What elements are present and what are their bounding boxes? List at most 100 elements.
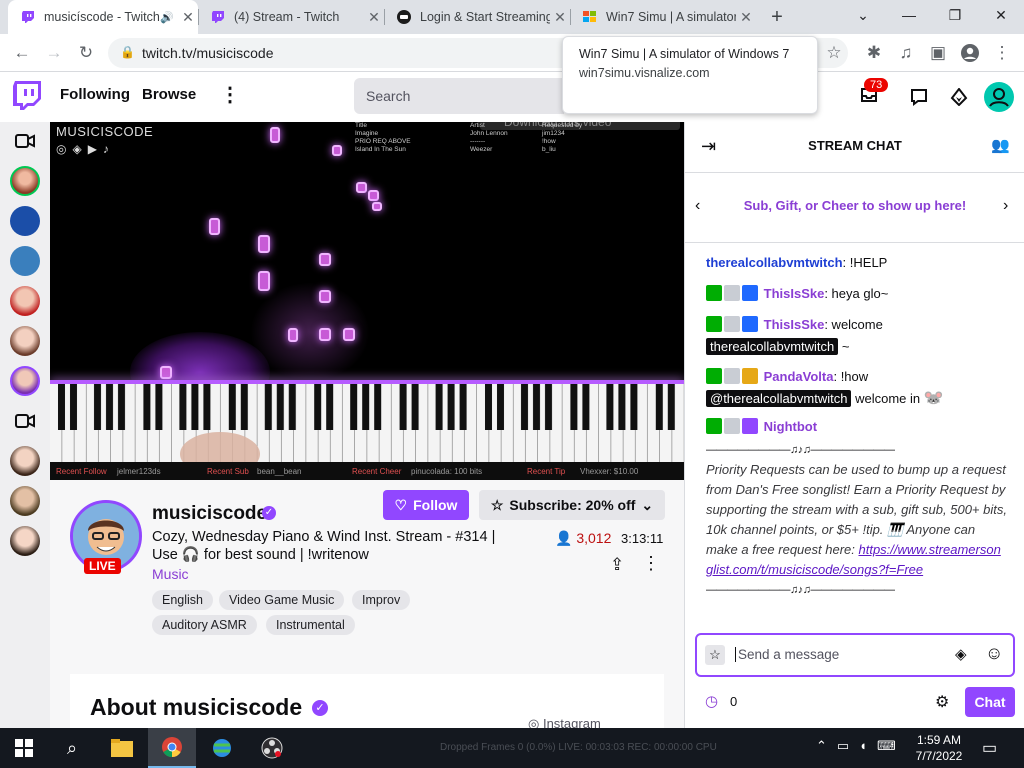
headphones-icon: 🎧 (181, 547, 200, 563)
obs-icon[interactable] (248, 728, 296, 768)
video-player[interactable]: MUSICISCODE ◎◈▶♪ Download this video Tit… (50, 122, 684, 480)
promo-banner[interactable]: Sub, Gift, or Cheer to show up here! (685, 198, 1024, 213)
chat-text: ~ (838, 339, 850, 354)
followed-channel-avatar[interactable] (10, 326, 40, 356)
search-icon[interactable]: ⌕ (48, 728, 96, 768)
notifications-icon[interactable]: ▭ (982, 738, 997, 758)
network-app-icon[interactable] (198, 728, 246, 768)
start-button[interactable] (0, 728, 48, 768)
whispers-icon[interactable] (910, 88, 928, 111)
file-explorer-icon[interactable] (98, 728, 146, 768)
forward-icon[interactable]: → (42, 41, 66, 65)
share-icon[interactable]: ⇪ (610, 555, 624, 575)
falling-note (160, 366, 172, 379)
media-control-icon[interactable]: ♫ (894, 41, 918, 65)
queue-cell: PRIO REQ ABOVE (355, 138, 411, 145)
nav-following[interactable]: Following (60, 86, 130, 103)
social-icons: ◎◈▶♪ (56, 142, 115, 156)
chat-message: therealcollabvmtwitch: !HELP (706, 253, 1006, 273)
sub-badge-icon (724, 418, 740, 434)
followed-channel-avatar[interactable] (10, 206, 40, 236)
queue-cell: Title (355, 122, 368, 129)
chat-mention[interactable]: @therealcollabvmtwitch (706, 390, 852, 407)
recommended-channel-avatar[interactable] (10, 486, 40, 516)
audio-playing-icon[interactable]: 🔊 (160, 11, 174, 24)
falling-note (288, 328, 298, 342)
followed-channel-avatar[interactable] (10, 166, 40, 196)
chat-username[interactable]: ThisIsSke (764, 317, 825, 332)
chat-mention[interactable]: therealcollabvmtwitch (706, 338, 839, 355)
minimize-button[interactable]: — (886, 0, 932, 30)
more-options-icon[interactable]: ⋮ (642, 553, 660, 574)
recommended-channel-avatar[interactable] (10, 526, 40, 556)
chat-settings-gear-icon[interactable]: ⚙ (935, 692, 949, 712)
clock[interactable]: 1:59 AM 7/7/2022 (912, 732, 966, 764)
chat-input[interactable]: ☆ Send a message ◈ ☺ (695, 633, 1015, 677)
chat-username[interactable]: PandaVolta (764, 369, 834, 384)
recommended-channel-avatar[interactable] (10, 446, 40, 476)
tag[interactable]: English (152, 590, 213, 610)
maximize-button[interactable]: ❐ (932, 0, 978, 30)
uptime: 3:13:11 (621, 531, 664, 546)
tab-win7-simu[interactable]: Win7 Simu | A simulator ✕ (570, 0, 756, 34)
stream-title-part: Use (152, 547, 178, 563)
reload-icon[interactable]: ↻ (74, 41, 98, 65)
profile-icon[interactable] (958, 41, 982, 65)
chat-message: ThisIsSke: heya glo~ (706, 284, 1006, 304)
sub-badge-icon (724, 285, 740, 301)
bookmark-star-icon[interactable]: ☆ (822, 41, 846, 65)
new-tab-button[interactable]: + (764, 4, 790, 30)
followed-channel-avatar[interactable] (10, 246, 40, 276)
close-tab-icon[interactable]: ✕ (178, 9, 198, 26)
tag[interactable]: Instrumental (266, 615, 355, 635)
back-icon[interactable]: ← (10, 41, 34, 65)
close-window-button[interactable]: ✕ (978, 0, 1024, 30)
bits-icon[interactable]: ◈ (955, 645, 967, 663)
system-tray-icons[interactable]: ⌃▭◖⌨ (816, 738, 906, 754)
tab-search-icon[interactable]: ⌄ (840, 0, 886, 30)
chrome-taskbar-icon[interactable] (148, 728, 196, 768)
extensions-icon[interactable]: ✱ (862, 41, 886, 65)
chat-username[interactable]: ThisIsSke (764, 286, 825, 301)
chevron-right-icon[interactable]: › (1003, 197, 1008, 215)
close-tab-icon[interactable]: ✕ (364, 9, 384, 26)
community-icon[interactable]: 👥 (991, 136, 1010, 154)
tag[interactable]: Video Game Music (219, 590, 345, 610)
chat-username[interactable]: Nightbot (764, 419, 817, 434)
twitch-logo-icon[interactable] (12, 81, 42, 118)
lock-icon[interactable]: 🔒 (120, 45, 135, 59)
close-tab-icon[interactable]: ✕ (736, 9, 756, 26)
more-menu-icon[interactable]: ⋮ (220, 82, 240, 107)
user-avatar[interactable] (984, 82, 1014, 112)
chrome-menu-icon[interactable]: ⋮ (990, 41, 1014, 65)
tag[interactable]: Improv (352, 590, 411, 610)
channel-points-icon[interactable]: ◷ (705, 692, 718, 710)
recommended-channels-icon[interactable] (15, 414, 35, 433)
tab-login-streaming[interactable]: Login & Start Streaming ✕ (384, 0, 570, 34)
viewer-count: 👤 3,012 (555, 530, 611, 547)
tag[interactable]: Auditory ASMR (152, 615, 257, 635)
tab-musiciscode[interactable]: musicíscode - Twitch 🔊 ✕ (8, 0, 198, 34)
search-input[interactable]: Search (354, 78, 564, 114)
emote-picker-icon[interactable]: ☺ (985, 643, 1003, 664)
falling-note (343, 328, 355, 341)
close-tab-icon[interactable]: ✕ (550, 9, 570, 26)
tab-stream-twitch[interactable]: (4) Stream - Twitch ✕ (198, 0, 384, 34)
side-panel-icon[interactable]: ▣ (926, 41, 950, 65)
queue-cell: John Lennon (470, 130, 508, 137)
divider (685, 242, 1024, 243)
followed-channel-avatar[interactable] (10, 286, 40, 316)
nav-browse[interactable]: Browse (142, 86, 196, 103)
chat-username[interactable]: therealcollabvmtwitch (706, 255, 843, 270)
chat-send-button[interactable]: Chat (965, 687, 1015, 717)
star-icon[interactable]: ☆ (705, 645, 725, 665)
bits-icon[interactable] (950, 87, 968, 111)
channel-name[interactable]: musiciscode (152, 503, 267, 525)
followed-channel-avatar[interactable] (10, 366, 40, 396)
browser-toolbar: ← → ↻ 🔒 twitch.tv/musiciscode ☆ ✱ ♫ ▣ ⋮ (0, 34, 1024, 72)
category-link[interactable]: Music (152, 566, 189, 582)
subscribe-button[interactable]: ☆ Subscribe: 20% off ⌄ (479, 490, 665, 520)
follow-button[interactable]: ♡ Follow (383, 490, 469, 520)
tab-title: musicíscode - Twitch (44, 10, 160, 24)
followed-channels-icon[interactable] (15, 134, 35, 153)
